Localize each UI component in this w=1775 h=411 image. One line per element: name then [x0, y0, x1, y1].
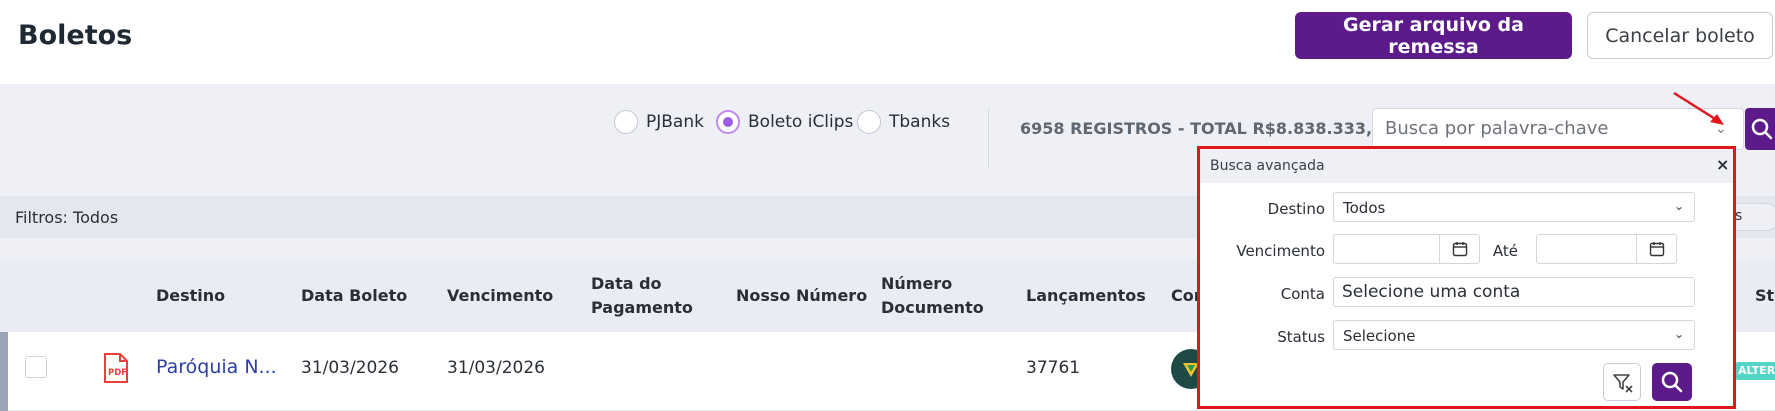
row-accent — [0, 332, 8, 411]
filters-summary: Filtros: Todos — [15, 208, 118, 227]
ate-label: Até — [1492, 242, 1518, 260]
radio-label: Boleto iClips — [748, 112, 854, 132]
annotation-arrow-icon — [1673, 91, 1724, 125]
filters-value: Todos — [73, 208, 119, 227]
pdf-icon[interactable]: PDF — [102, 352, 130, 388]
radio-pjbank[interactable]: PJBank — [614, 109, 704, 135]
page-title: Boletos — [18, 20, 133, 51]
status-value: Selecione — [1343, 327, 1416, 345]
row-checkbox[interactable] — [25, 356, 47, 378]
conta-label: Conta — [1280, 285, 1325, 303]
divider — [988, 108, 989, 168]
close-icon[interactable]: × — [1716, 155, 1729, 174]
th-nosso-numero[interactable]: Nosso Número — [736, 284, 867, 308]
conta-select[interactable]: Selecione uma conta — [1333, 277, 1695, 307]
calendar-icon — [1452, 242, 1468, 257]
cancel-boleto-button[interactable]: Cancelar boleto — [1587, 12, 1773, 59]
row-destino-link[interactable]: Paróquia N... — [156, 356, 277, 378]
chevron-down-icon: ⌄ — [1673, 199, 1684, 213]
destino-select[interactable]: Todos ⌄ — [1333, 192, 1695, 222]
destino-value: Todos — [1343, 199, 1386, 217]
radio-boleto-iclips[interactable]: Boleto iClips — [716, 109, 853, 135]
filter-clear-icon — [1613, 374, 1633, 393]
radio-label: Tbanks — [889, 112, 951, 132]
vencimento-to-field[interactable] — [1536, 234, 1677, 264]
th-vencimento[interactable]: Vencimento — [447, 284, 553, 308]
search-button[interactable] — [1745, 108, 1775, 150]
vencimento-label: Vencimento — [1236, 242, 1325, 260]
radio-label: PJBank — [646, 112, 704, 132]
search-icon — [1751, 118, 1773, 140]
th-status[interactable]: Sta — [1755, 284, 1775, 308]
vencimento-from-field[interactable] — [1333, 234, 1480, 264]
row-lancamentos: 37761 — [1026, 358, 1081, 378]
filters-label: Filtros: — [15, 208, 68, 227]
chevron-down-icon: ⌄ — [1673, 327, 1684, 341]
destino-label: Destino — [1267, 200, 1325, 218]
radio-circle-checked[interactable] — [716, 110, 740, 134]
search-icon — [1661, 371, 1683, 393]
radio-tbanks[interactable]: Tbanks — [857, 109, 950, 135]
records-total: 6958 REGISTROS - TOTAL R$8.838.333,16 — [1020, 119, 1395, 138]
generate-remessa-button[interactable]: Gerar arquivo da remessa — [1295, 12, 1572, 59]
radio-circle[interactable] — [857, 110, 881, 134]
calendar-icon — [1649, 242, 1665, 257]
th-lancamentos[interactable]: Lançamentos — [1026, 284, 1146, 308]
svg-text:PDF: PDF — [108, 368, 127, 378]
calendar-button[interactable] — [1439, 235, 1479, 263]
search-input[interactable] — [1385, 118, 1695, 139]
th-destino[interactable]: Destino — [156, 284, 225, 308]
status-select[interactable]: Selecione ⌄ — [1333, 320, 1695, 350]
panel-header: Busca avançada × — [1200, 149, 1733, 183]
th-numero-documento[interactable]: Número Documento — [881, 272, 1011, 320]
calendar-button[interactable] — [1636, 235, 1676, 263]
status-badge: ALTERA — [1735, 362, 1775, 380]
status-label: Status — [1277, 328, 1325, 346]
row-vencimento: 31/03/2026 — [447, 358, 545, 378]
page-header: Boletos Gerar arquivo da remessa Cancela… — [0, 0, 1775, 84]
th-data-pagamento[interactable]: Data do Pagamento — [591, 272, 701, 320]
advanced-search-button[interactable] — [1652, 363, 1692, 401]
panel-title: Busca avançada — [1210, 158, 1325, 174]
clear-filters-button[interactable] — [1603, 363, 1641, 401]
th-data-boleto[interactable]: Data Boleto — [301, 284, 407, 308]
row-data-boleto: 31/03/2026 — [301, 358, 399, 378]
radio-circle[interactable] — [614, 110, 638, 134]
advanced-search-panel: Busca avançada × Destino Todos ⌄ Vencime… — [1197, 146, 1736, 409]
